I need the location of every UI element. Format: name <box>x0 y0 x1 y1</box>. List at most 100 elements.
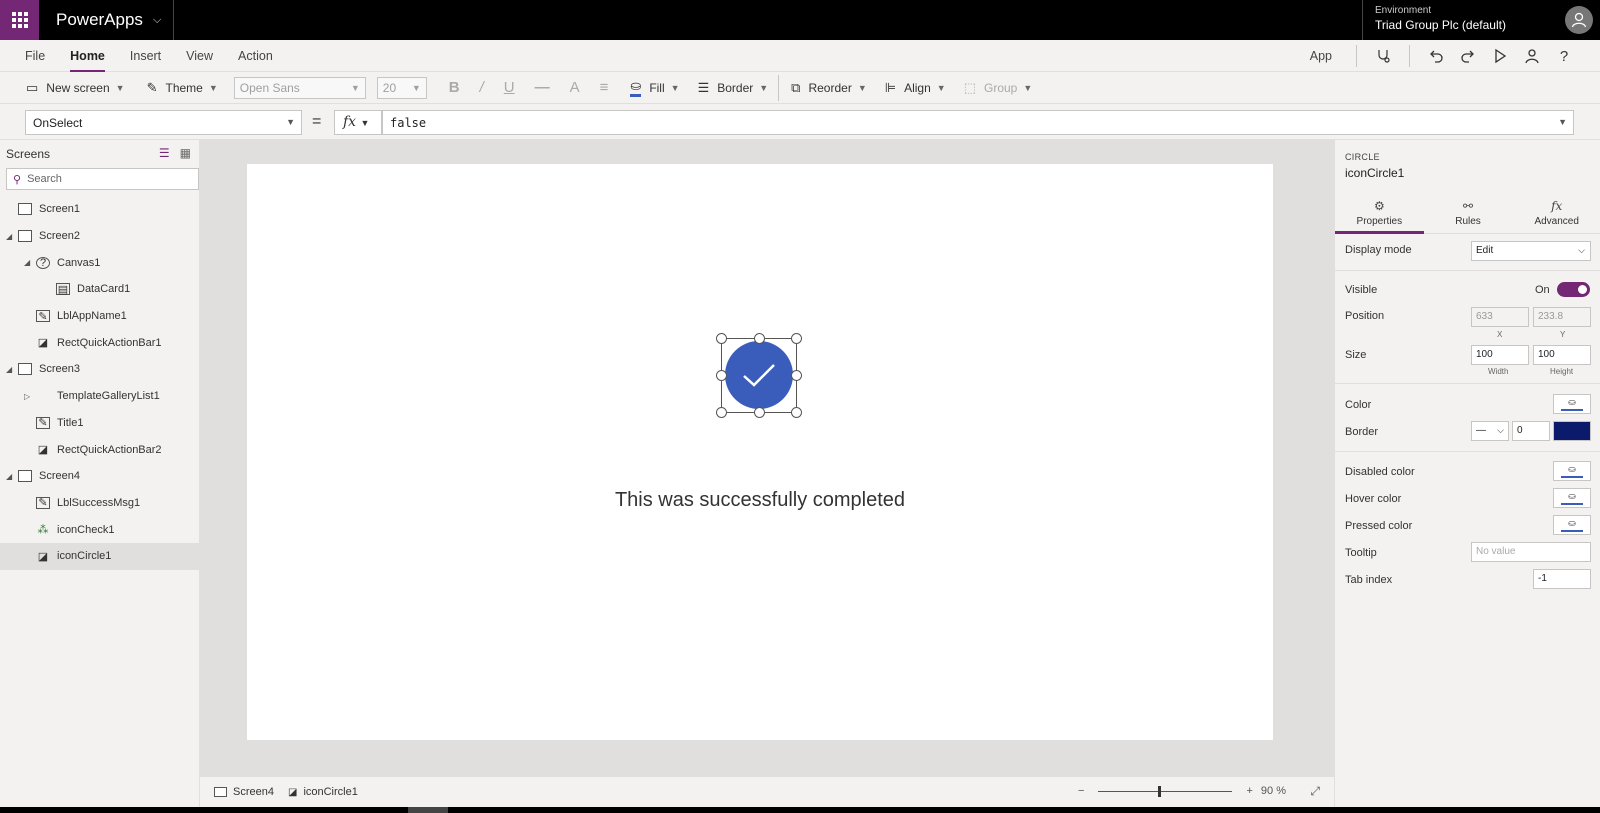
resize-handle[interactable] <box>716 370 727 381</box>
resize-handle[interactable] <box>716 407 727 418</box>
tree-item[interactable]: ◪ iconCircle1 <box>0 542 199 570</box>
tab-properties[interactable]: ⚙ Properties <box>1335 192 1424 234</box>
tree-item[interactable]: ✎ LblSuccessMsg1 <box>0 490 199 517</box>
menu-insert[interactable]: Insert <box>130 40 161 72</box>
tree-item[interactable]: ◪ RectQuickActionBar2 <box>0 436 199 463</box>
theme-button[interactable]: ✎ Theme ▼ <box>147 80 218 96</box>
border-width-input[interactable]: 0 <box>1512 421 1550 441</box>
menu-view[interactable]: View <box>186 40 213 72</box>
app-checker-icon[interactable] <box>1372 45 1394 67</box>
resize-handle[interactable] <box>716 333 727 344</box>
zoom-slider[interactable] <box>1098 785 1233 797</box>
border-button[interactable]: ☰ Border ▼ <box>698 80 769 96</box>
tree-item[interactable]: ◢? Canvas1 <box>0 249 199 276</box>
chevron-down-icon: ▼ <box>411 82 421 93</box>
breadcrumb-screen[interactable]: Screen4 <box>214 786 274 798</box>
font-size-value: 20 <box>382 80 397 95</box>
caret-expanded-icon[interactable]: ◢ <box>24 258 30 267</box>
app-launcher-button[interactable] <box>0 0 39 40</box>
tree-item[interactable]: ✎ LblAppName1 <box>0 303 199 330</box>
status-bar: Screen4 ◪ iconCircle1 − + 90 % ⤢ <box>200 776 1334 807</box>
tree-item[interactable]: Screen1 <box>0 196 199 223</box>
undo-icon[interactable] <box>1425 45 1447 67</box>
align-button[interactable]: ⊫ Align ▼ <box>885 80 946 96</box>
font-size-select[interactable]: 20 ▼ <box>376 76 427 99</box>
resize-handle[interactable] <box>791 333 802 344</box>
screen-artboard[interactable]: This was successfully completed <box>247 164 1273 740</box>
height-input[interactable]: 100 <box>1533 345 1591 365</box>
tree-item[interactable]: ▤ DataCard1 <box>0 276 199 303</box>
resize-handle[interactable] <box>754 333 765 344</box>
display-mode-select[interactable]: Edit ⌵ <box>1471 241 1591 261</box>
align-text-icon[interactable]: ≡ <box>600 79 609 96</box>
tab-index-input[interactable]: -1 <box>1533 569 1591 589</box>
resize-handle[interactable] <box>791 407 802 418</box>
caret-expanded-icon[interactable]: ◢ <box>6 472 12 481</box>
zoom-in-button[interactable]: + <box>1246 785 1252 797</box>
breadcrumb-control[interactable]: ◪ iconCircle1 <box>288 786 358 798</box>
tab-rules[interactable]: ⚯ Rules <box>1424 192 1513 233</box>
user-icon[interactable] <box>1521 45 1543 67</box>
bold-icon[interactable]: B <box>449 79 460 96</box>
tab-advanced[interactable]: fx Advanced <box>1512 192 1600 233</box>
control-name[interactable]: iconCircle1 <box>1345 166 1404 180</box>
environment-picker[interactable]: Environment Triad Group Plc (default) <box>1362 0 1506 40</box>
border-color-picker[interactable] <box>1553 421 1591 441</box>
fx-button[interactable]: fx ▼ <box>334 110 382 135</box>
position-x-input[interactable]: 633 <box>1471 307 1529 327</box>
color-picker[interactable]: ⛀ <box>1553 394 1591 414</box>
tree-item[interactable]: ▷ TemplateGalleryList1 <box>0 383 199 410</box>
tree-item[interactable]: ◢ Screen4 <box>0 463 199 490</box>
zoom-slider-thumb[interactable] <box>1158 785 1162 797</box>
visible-toggle[interactable] <box>1557 282 1590 297</box>
formula-input[interactable]: false ▼ <box>382 110 1574 135</box>
position-y-input[interactable]: 233.8 <box>1533 307 1591 327</box>
tree-item[interactable]: ◪ RectQuickActionBar1 <box>0 329 199 356</box>
app-settings-button[interactable]: App <box>1310 49 1332 63</box>
underline-icon[interactable]: U <box>504 79 515 96</box>
italic-icon[interactable]: / <box>480 79 484 96</box>
tree-item[interactable]: ◢ Screen2 <box>0 223 199 250</box>
property-select[interactable]: OnSelect ▼ <box>25 110 302 135</box>
caret-expanded-icon[interactable]: ◢ <box>6 232 12 241</box>
redo-icon[interactable] <box>1457 45 1479 67</box>
fill-button[interactable]: ⛀ Fill ▼ <box>630 78 680 97</box>
divider <box>1335 451 1600 452</box>
new-screen-button[interactable]: ▭ New screen ▼ <box>26 80 125 96</box>
pressed-color-picker[interactable]: ⛀ <box>1553 515 1591 535</box>
new-screen-label: New screen <box>46 80 110 95</box>
list-view-icon[interactable]: ☰ <box>159 146 170 160</box>
success-message[interactable]: This was successfully completed <box>247 489 1273 512</box>
group-button[interactable]: ⬚ Group ▼ <box>964 80 1033 96</box>
grid-view-icon[interactable]: ▦ <box>180 146 191 160</box>
tree-item[interactable]: ◢ Screen3 <box>0 356 199 383</box>
border-style-select[interactable]: — ⌵ <box>1471 421 1509 441</box>
zoom-out-button[interactable]: − <box>1078 785 1084 797</box>
strikethrough-icon[interactable]: — <box>535 79 550 96</box>
tree-item[interactable]: ⁂ iconCheck1 <box>0 516 199 543</box>
fit-to-window-icon[interactable]: ⤢ <box>1310 784 1320 799</box>
search-input[interactable]: ⚲ Search <box>6 168 199 190</box>
menu-home[interactable]: Home <box>70 40 105 72</box>
play-icon[interactable] <box>1489 45 1511 67</box>
reorder-button[interactable]: ⧉ Reorder ▼ <box>791 80 867 96</box>
caret-expanded-icon[interactable]: ◢ <box>6 365 12 374</box>
tab-rules-label: Rules <box>1455 215 1481 227</box>
caret-collapsed-icon[interactable]: ▷ <box>24 392 30 401</box>
width-input[interactable]: 100 <box>1471 345 1529 365</box>
resize-handle[interactable] <box>791 370 802 381</box>
paint-bucket-icon: ⛀ <box>1568 491 1576 501</box>
hover-color-picker[interactable]: ⛀ <box>1553 488 1591 508</box>
font-color-icon[interactable]: A <box>570 79 580 96</box>
chevron-down-icon[interactable]: ⌵ <box>153 14 161 27</box>
user-avatar[interactable] <box>1565 6 1593 34</box>
tree-item[interactable]: ✎ Title1 <box>0 410 199 437</box>
disabled-color-picker[interactable]: ⛀ <box>1553 461 1591 481</box>
font-family-select[interactable]: Open Sans ▼ <box>233 76 366 99</box>
help-icon[interactable]: ? <box>1553 45 1575 67</box>
menu-action[interactable]: Action <box>238 40 273 72</box>
resize-handle[interactable] <box>754 407 765 418</box>
tooltip-input[interactable]: No value <box>1471 542 1591 562</box>
chevron-down-icon[interactable]: ▼ <box>1558 117 1567 127</box>
menu-file[interactable]: File <box>25 40 45 72</box>
